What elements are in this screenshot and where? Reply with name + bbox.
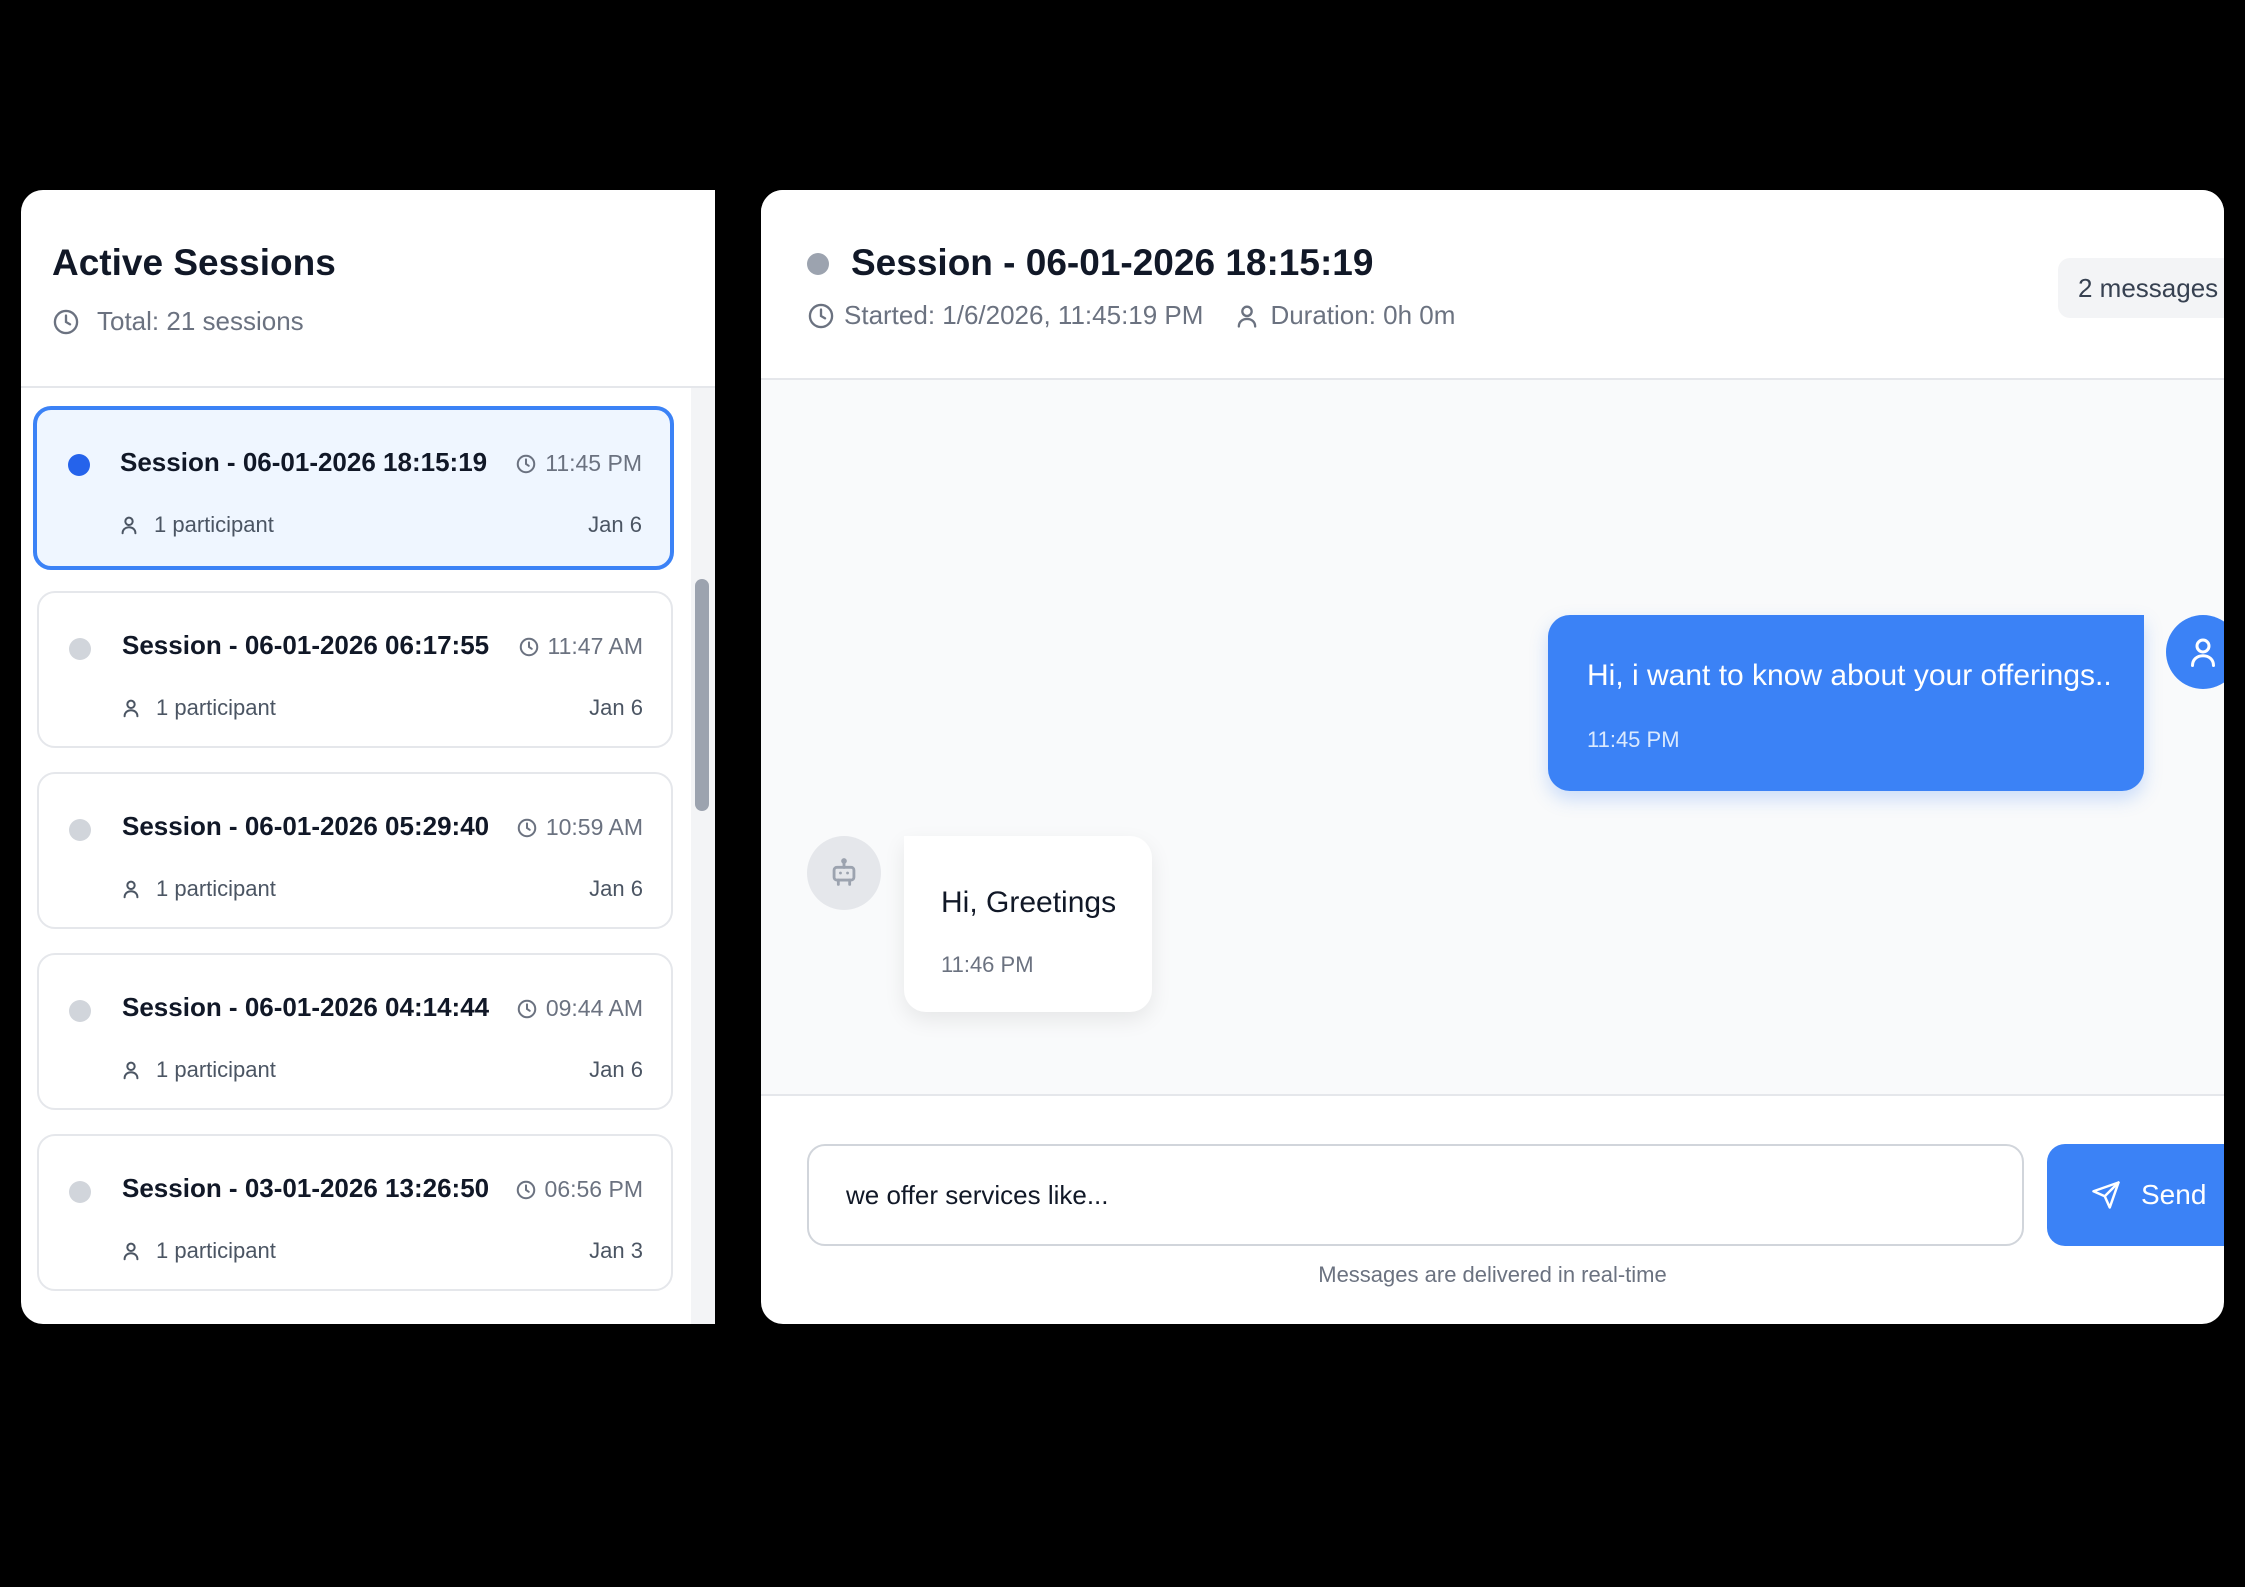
- user-icon: [123, 699, 139, 718]
- bot-message-bubble: Hi, Greetings 11:46 PM: [904, 836, 1152, 1012]
- send-button-label: Send: [2141, 1179, 2207, 1210]
- clock-icon: [516, 454, 536, 473]
- sessions-scrollbar-track[interactable]: [691, 388, 715, 1324]
- chat-composer: Send Messages are delivered in real-time: [761, 1096, 2224, 1324]
- clock-icon: [519, 637, 538, 656]
- session-participants-label: 1 participant: [156, 876, 276, 901]
- chat-duration: Duration: 0h 0m: [1233, 300, 1455, 331]
- clock-icon: [517, 999, 537, 1018]
- chat-started: Started: 1/6/2026, 11:45:19 PM: [807, 300, 1203, 331]
- sessions-header: Active Sessions Total: 21 sessions: [21, 190, 715, 388]
- session-participants: 1 participant: [120, 876, 276, 902]
- session-time: 06:56 PM: [515, 1176, 643, 1203]
- clock-icon: [517, 818, 537, 837]
- chat-header: Session - 06-01-2026 18:15:19 Started: 1…: [761, 190, 2224, 380]
- session-time: 09:44 AM: [516, 995, 643, 1022]
- chat-title: Session - 06-01-2026 18:15:19: [851, 242, 1374, 283]
- session-participants-label: 1 participant: [156, 1057, 276, 1082]
- send-icon: [2092, 1181, 2120, 1209]
- message-input[interactable]: [807, 1144, 2024, 1246]
- session-participants-label: 1 participant: [154, 512, 274, 537]
- session-card-1[interactable]: Session - 06-01-2026 18:15:19 11:45 PM 1…: [33, 406, 674, 570]
- session-participants: 1 participant: [118, 512, 274, 538]
- session-name: Session - 06-01-2026 18:15:19: [120, 447, 488, 477]
- session-time: 11:45 PM: [515, 450, 642, 477]
- session-time-label: 11:47 AM: [547, 633, 643, 659]
- session-time: 11:47 AM: [518, 633, 643, 660]
- session-participants: 1 participant: [120, 1238, 276, 1264]
- session-card-4[interactable]: Session - 06-01-2026 04:14:44 09:44 AM 1…: [37, 953, 673, 1110]
- session-date: Jan 6: [589, 876, 643, 901]
- app-stage: Active Sessions Total: 21 sessions Sessi…: [0, 0, 2245, 1587]
- session-date: Jan 6: [589, 695, 643, 720]
- user-icon: [123, 1242, 139, 1261]
- message-text: Hi, Greetings: [941, 886, 1117, 919]
- user-avatar: [2166, 615, 2224, 689]
- clock-icon: [516, 1180, 535, 1199]
- session-name: Session - 06-01-2026 04:14:44: [122, 992, 490, 1022]
- delivery-note: Messages are delivered in real-time: [1318, 1262, 1667, 1287]
- user-icon: [121, 516, 137, 535]
- chat-meta: Started: 1/6/2026, 11:45:19 PM Duration:…: [807, 300, 1455, 331]
- user-icon: [2191, 638, 2215, 667]
- sessions-total: Total: 21 sessions: [52, 306, 304, 337]
- session-status-dot: [68, 454, 90, 476]
- session-date: Jan 6: [589, 1057, 643, 1082]
- send-button[interactable]: Send: [2047, 1144, 2224, 1246]
- message-time: 11:45 PM: [1587, 727, 1680, 752]
- sessions-list[interactable]: Session - 06-01-2026 18:15:19 11:45 PM 1…: [21, 388, 715, 1324]
- session-status-dot: [69, 1181, 91, 1203]
- message-count-badge: 2 messages: [2058, 258, 2224, 318]
- session-time-label: 11:45 PM: [545, 450, 642, 476]
- session-date: Jan 6: [588, 512, 642, 537]
- chat-duration-label: Duration: 0h 0m: [1270, 300, 1456, 330]
- session-participants: 1 participant: [120, 695, 276, 721]
- sessions-title: Active Sessions: [52, 242, 336, 283]
- session-status-dot: [69, 638, 91, 660]
- session-participants: 1 participant: [120, 1057, 276, 1083]
- session-time: 10:59 AM: [516, 814, 643, 841]
- session-name: Session - 06-01-2026 05:29:40: [122, 811, 490, 841]
- session-time-label: 09:44 AM: [545, 995, 643, 1021]
- session-status-dot: [69, 1000, 91, 1022]
- clock-icon: [808, 303, 834, 328]
- user-icon: [123, 880, 139, 899]
- session-time-label: 06:56 PM: [544, 1176, 643, 1202]
- chat-messages[interactable]: Hi, i want to know about your offerings.…: [761, 380, 2224, 1096]
- bot-icon: [832, 858, 856, 886]
- sessions-total-label: Total: 21 sessions: [97, 306, 304, 336]
- session-time-label: 10:59 AM: [545, 814, 643, 840]
- session-name: Session - 06-01-2026 06:17:55: [122, 630, 490, 660]
- chat-panel: Session - 06-01-2026 18:15:19 Started: 1…: [761, 190, 2224, 1324]
- message-time: 11:46 PM: [941, 952, 1034, 977]
- session-name: Session - 03-01-2026 13:26:50: [122, 1173, 490, 1203]
- message-text: Hi, i want to know about your offerings.…: [1587, 659, 2112, 692]
- chat-started-label: Started: 1/6/2026, 11:45:19 PM: [844, 300, 1204, 330]
- session-participants-label: 1 participant: [156, 695, 276, 720]
- sessions-panel: Active Sessions Total: 21 sessions Sessi…: [21, 190, 715, 1324]
- user-icon: [1238, 305, 1257, 328]
- session-status-dot: [69, 819, 91, 841]
- user-icon: [123, 1061, 139, 1080]
- clock-icon: [53, 309, 79, 334]
- session-date: Jan 3: [589, 1238, 643, 1263]
- session-card-3[interactable]: Session - 06-01-2026 05:29:40 10:59 AM 1…: [37, 772, 673, 929]
- user-message-bubble: Hi, i want to know about your offerings.…: [1548, 615, 2144, 791]
- session-card-2[interactable]: Session - 06-01-2026 06:17:55 11:47 AM 1…: [37, 591, 673, 748]
- chat-status-dot: [807, 253, 829, 275]
- session-participants-label: 1 participant: [156, 1238, 276, 1263]
- session-card-5[interactable]: Session - 03-01-2026 13:26:50 06:56 PM 1…: [37, 1134, 673, 1291]
- bot-avatar: [807, 836, 881, 910]
- sessions-scrollbar-thumb[interactable]: [695, 579, 709, 811]
